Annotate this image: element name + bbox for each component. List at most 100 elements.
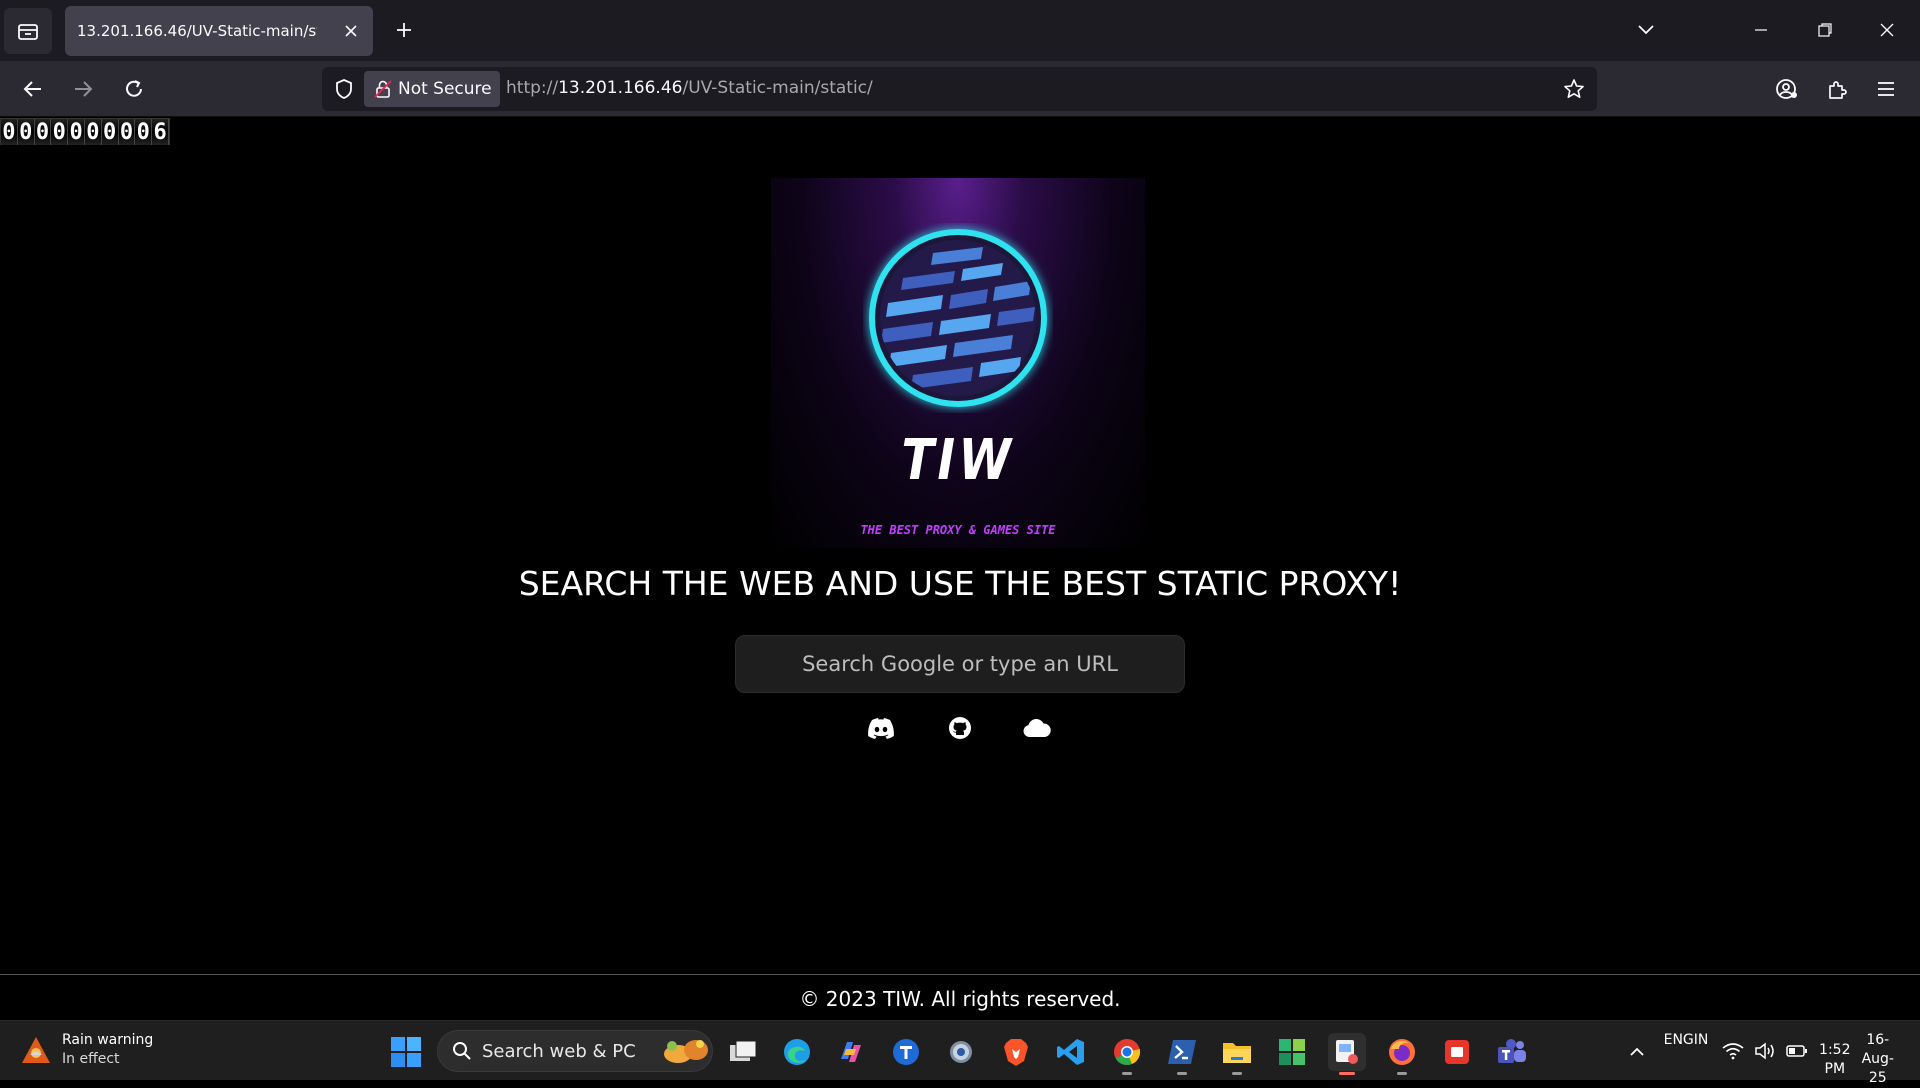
tab-list-button[interactable]: [4, 8, 52, 54]
cloud-link[interactable]: [1022, 713, 1052, 743]
close-icon: [1880, 23, 1894, 37]
gear-icon: [950, 1041, 972, 1063]
language-indicator[interactable]: ENG IN: [1664, 1031, 1709, 1050]
tab-list-icon: [18, 24, 38, 40]
rain-warning-icon: [22, 1037, 50, 1063]
taskbar-app-chrome[interactable]: [1108, 1033, 1146, 1075]
edge-icon: [784, 1039, 810, 1065]
t-app-icon: [893, 1039, 919, 1065]
folder-icon: [1223, 1043, 1251, 1063]
plus-icon: [397, 23, 411, 37]
security-indicator[interactable]: Not Secure: [364, 71, 500, 107]
taskbar-app-file-explorer[interactable]: [1218, 1033, 1256, 1075]
region-label: IN: [1693, 1032, 1709, 1048]
show-hidden-icons-button[interactable]: [1622, 1037, 1652, 1067]
cloud-icon: [1023, 718, 1051, 737]
volume-icon: [1755, 1042, 1774, 1060]
clock-date: 16-Aug-25: [1861, 1032, 1894, 1086]
taskbar-app-firefox[interactable]: [1383, 1033, 1421, 1075]
counter-digit: 6: [152, 119, 169, 145]
taskbar-app-settings[interactable]: [942, 1033, 980, 1071]
copilot-icon: [841, 1042, 861, 1062]
address-bar[interactable]: Not Secure http://13.201.166.46/UV-Stati…: [322, 67, 1597, 111]
tracking-protection-icon[interactable]: [330, 75, 358, 103]
battery-icon: [1786, 1045, 1807, 1057]
globe-icon: [869, 229, 1047, 407]
github-icon: [949, 717, 971, 739]
active-tab[interactable]: 13.201.166.46/UV-Static-main/static/: [65, 6, 373, 56]
insecure-lock-icon: [374, 80, 392, 98]
discord-link[interactable]: [866, 713, 896, 743]
bookmark-star-icon[interactable]: [1561, 76, 1587, 102]
taskbar-app-brave[interactable]: [997, 1033, 1035, 1071]
navigation-toolbar: Not Secure http://13.201.166.46/UV-Stati…: [0, 61, 1920, 117]
counter-digit: 0: [51, 119, 69, 145]
forward-button[interactable]: [65, 71, 101, 107]
security-label: Not Secure: [398, 79, 492, 99]
tab-bar: 13.201.166.46/UV-Static-main/static/: [0, 0, 1920, 61]
hit-counter: 0 0 0 0 0 0 0 0 0 6: [0, 118, 170, 145]
taskbar-app-teams[interactable]: [1493, 1033, 1531, 1071]
taskbar-app-red[interactable]: [1438, 1033, 1476, 1071]
powershell-icon: [1168, 1040, 1196, 1064]
taskbar-app-t[interactable]: [887, 1033, 925, 1071]
close-tab-icon[interactable]: [341, 21, 361, 41]
page-footer: © 2023 TIW. All rights reserved.: [0, 974, 1920, 1020]
firefox-icon: [1389, 1039, 1415, 1065]
taskbar-search-label: Search web & PC: [482, 1040, 636, 1062]
taskbar-app-powershell[interactable]: [1163, 1033, 1201, 1075]
clock[interactable]: 1:52 PM 16-Aug-25: [1816, 1031, 1902, 1088]
web-page: 0 0 0 0 0 0 0 0 0 6 TIW THE BEST PROXY &…: [0, 118, 1920, 1020]
close-window-button[interactable]: [1867, 14, 1907, 46]
logo-subtitle: THE BEST PROXY & GAMES SITE: [860, 523, 1056, 537]
back-button[interactable]: [15, 71, 51, 107]
tab-title: 13.201.166.46/UV-Static-main/static/: [77, 22, 317, 40]
new-tab-button[interactable]: [388, 14, 420, 46]
weather-title: Rain warning: [62, 1032, 154, 1048]
taskbar-app-edge[interactable]: [778, 1033, 816, 1071]
github-link[interactable]: [945, 713, 975, 743]
counter-digit: 0: [68, 119, 85, 145]
search-input[interactable]: [735, 635, 1185, 693]
red-app-icon: [1445, 1040, 1469, 1064]
teams-icon: [1498, 1039, 1526, 1063]
counter-digit: 0: [34, 119, 52, 145]
puzzle-icon: [1829, 81, 1847, 99]
arrow-right-icon: [75, 81, 93, 97]
chevron-up-icon: [1630, 1047, 1644, 1056]
wifi-icon: [1722, 1043, 1744, 1060]
account-icon: [1776, 79, 1797, 99]
windows-start-icon[interactable]: [390, 1036, 422, 1068]
restore-icon: [1818, 23, 1832, 37]
restore-button[interactable]: [1805, 14, 1845, 46]
taskbar-app-green[interactable]: [1273, 1033, 1311, 1071]
task-view-button[interactable]: [724, 1033, 762, 1071]
counter-digit: 0: [1, 119, 18, 145]
search-icon: [453, 1042, 471, 1060]
clock-time: 1:52 PM: [1819, 1041, 1851, 1077]
taskbar-app-snipping[interactable]: [1328, 1033, 1366, 1075]
running-indicator: [1232, 1072, 1242, 1075]
menu-button[interactable]: [1868, 71, 1904, 107]
running-indicator: [1122, 1072, 1132, 1075]
vscode-icon: [1057, 1039, 1084, 1065]
extensions-button[interactable]: [1819, 71, 1855, 107]
taskbar-app-copilot[interactable]: [832, 1033, 870, 1071]
minimize-icon: [1755, 29, 1767, 31]
taskbar-app-vscode[interactable]: [1052, 1033, 1090, 1071]
url-text[interactable]: http://13.201.166.46/UV-Static-main/stat…: [506, 78, 873, 98]
counter-digit: 0: [84, 119, 102, 145]
running-indicator: [1177, 1072, 1187, 1075]
account-button[interactable]: [1769, 71, 1805, 107]
green-app-icon: [1279, 1039, 1305, 1065]
brave-icon: [1004, 1039, 1028, 1066]
weather-widget[interactable]: Rain warning In effect: [20, 1031, 153, 1069]
taskbar-search[interactable]: Search web & PC: [437, 1030, 713, 1072]
list-all-tabs-button[interactable]: [1626, 14, 1666, 46]
reload-button[interactable]: [116, 71, 152, 107]
counter-digit: 0: [118, 119, 136, 145]
discord-icon: [868, 718, 894, 739]
running-indicator: [1397, 1072, 1407, 1075]
minimize-button[interactable]: [1741, 14, 1781, 46]
system-tray-icons[interactable]: [1720, 1039, 1810, 1063]
